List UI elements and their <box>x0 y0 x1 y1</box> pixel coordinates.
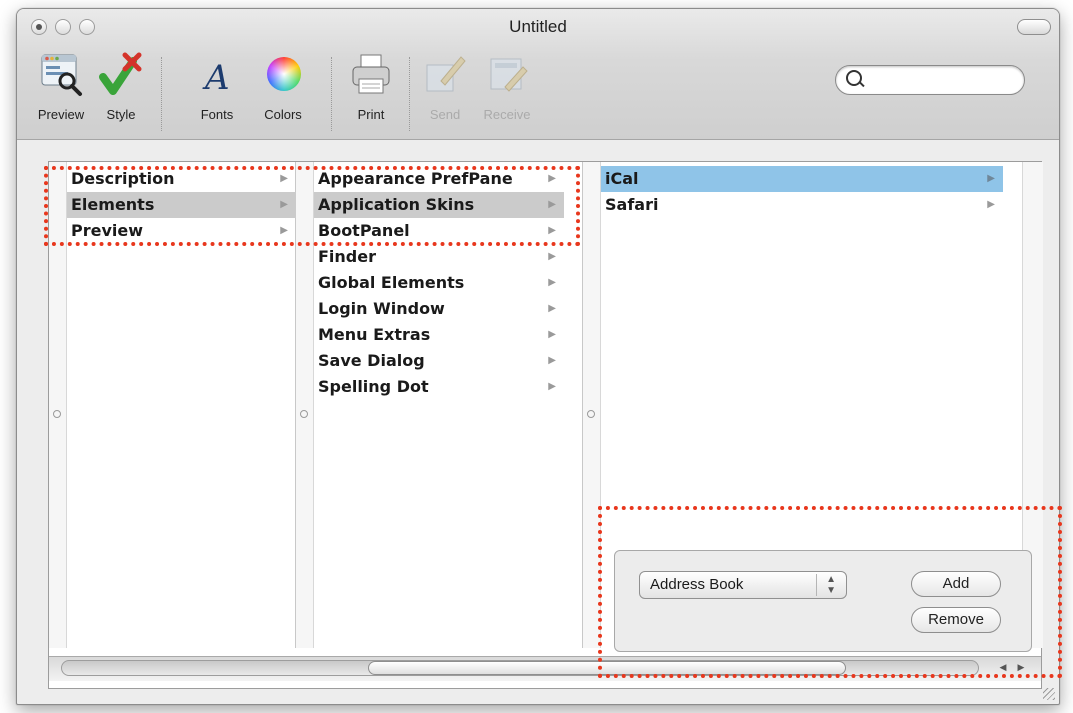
disclosure-arrow-icon: ▶ <box>280 225 288 236</box>
list-item[interactable]: Global Elements ▶ <box>314 270 564 296</box>
toolbar-toggle-button[interactable] <box>1017 19 1051 35</box>
column-resize-rail[interactable] <box>583 162 601 648</box>
remove-button[interactable]: Remove <box>911 607 1001 633</box>
list-item-label: BootPanel <box>318 221 410 240</box>
disclosure-arrow-icon: ▶ <box>548 173 556 184</box>
list-item-label: Menu Extras <box>318 325 431 344</box>
fonts-icon: A <box>193 51 241 99</box>
rail-handle-icon <box>300 410 308 418</box>
list-item[interactable]: Elements ▶ <box>67 192 296 218</box>
svg-text:A: A <box>202 58 230 98</box>
toolbar-separator <box>409 57 410 131</box>
scroll-right-arrow-icon[interactable]: ▶ <box>1013 660 1029 676</box>
application-popup[interactable]: Address Book ▲ ▼ <box>639 571 847 599</box>
disclosure-arrow-icon: ▶ <box>548 381 556 392</box>
style-checkmark-icon <box>97 51 145 99</box>
toolbar-print-label: Print <box>357 107 385 122</box>
toolbar-separator <box>161 57 162 131</box>
resize-grip-icon[interactable] <box>1043 688 1055 700</box>
add-button[interactable]: Add <box>911 571 1001 597</box>
list-item[interactable]: Save Dialog ▶ <box>314 348 564 374</box>
app-window: Untitled Preview Style A Fonts Colors Pr… <box>16 8 1060 705</box>
color-wheel-icon <box>259 51 307 99</box>
list-item[interactable]: iCal ▶ <box>601 166 1003 192</box>
rail-handle-icon <box>587 410 595 418</box>
window-title: Untitled <box>509 17 567 36</box>
list-item-label: Appearance PrefPane <box>318 169 513 188</box>
toolbar-colors-button[interactable]: Colors <box>259 51 307 122</box>
list-item[interactable]: Spelling Dot ▶ <box>314 374 564 400</box>
list-item[interactable]: Appearance PrefPane ▶ <box>314 166 564 192</box>
disclosure-arrow-icon: ▶ <box>548 277 556 288</box>
list-item-label: Application Skins <box>318 195 475 214</box>
title-bar: Untitled Preview Style A Fonts Colors Pr… <box>17 9 1059 140</box>
disclosure-arrow-icon: ▶ <box>548 329 556 340</box>
toolbar-preview-button[interactable]: Preview <box>37 51 85 122</box>
toolbar-separator <box>331 57 332 131</box>
list-item-label: Safari <box>605 195 659 214</box>
column-resize-rail[interactable] <box>296 162 314 648</box>
list-item[interactable]: Finder ▶ <box>314 244 564 270</box>
list-item[interactable]: Application Skins ▶ <box>314 192 564 218</box>
updown-arrows-icon: ▲ ▼ <box>816 574 836 596</box>
browser-column-1: Description ▶ Elements ▶ Preview ▶ <box>49 162 296 648</box>
list-item[interactable]: Login Window ▶ <box>314 296 564 322</box>
toolbar-receive-button[interactable]: Receive <box>483 51 531 122</box>
list-item-label: Preview <box>71 221 144 240</box>
scroll-thumb[interactable] <box>368 661 846 675</box>
list-item[interactable]: Menu Extras ▶ <box>314 322 564 348</box>
list-item-label: Finder <box>318 247 376 266</box>
disclosure-arrow-icon: ▶ <box>548 251 556 262</box>
search-icon <box>846 70 862 86</box>
search-field[interactable] <box>835 65 1025 95</box>
toolbar-preview-label: Preview <box>37 107 85 122</box>
disclosure-arrow-icon: ▶ <box>548 225 556 236</box>
browser-column-2: Appearance PrefPane ▶ Application Skins ▶ … <box>296 162 583 648</box>
list-item-label: Save Dialog <box>318 351 425 370</box>
list-item[interactable]: BootPanel ▶ <box>314 218 564 244</box>
skin-actions-panel: Address Book ▲ ▼ Add Remove <box>614 550 1032 652</box>
list-item-label: Login Window <box>318 299 445 318</box>
toolbar-send-label: Send <box>429 107 461 122</box>
toolbar-fonts-label: Fonts <box>200 107 234 122</box>
application-popup-value: Address Book <box>650 576 744 593</box>
receive-icon <box>483 51 531 99</box>
list-item-label: Elements <box>71 195 155 214</box>
send-icon <box>421 51 469 99</box>
list-item[interactable]: Description ▶ <box>67 166 296 192</box>
preview-icon <box>37 51 85 99</box>
disclosure-arrow-icon: ▶ <box>280 173 288 184</box>
disclosure-arrow-icon: ▶ <box>987 199 995 210</box>
disclosure-arrow-icon: ▶ <box>987 173 995 184</box>
printer-icon <box>347 51 395 99</box>
list-item-label: Description <box>71 169 175 188</box>
column-resize-rail[interactable] <box>49 162 67 648</box>
toolbar-print-button[interactable]: Print <box>347 51 395 122</box>
toolbar-fonts-button[interactable]: A Fonts <box>193 51 241 122</box>
rail-handle-icon <box>53 410 61 418</box>
toolbar-receive-label: Receive <box>483 107 531 122</box>
toolbar-colors-label: Colors <box>264 107 302 122</box>
list-item[interactable]: Preview ▶ <box>67 218 296 244</box>
toolbar-style-button[interactable]: Style <box>97 51 145 122</box>
disclosure-arrow-icon: ▶ <box>548 355 556 366</box>
disclosure-arrow-icon: ▶ <box>548 199 556 210</box>
disclosure-arrow-icon: ▶ <box>548 303 556 314</box>
toolbar-style-label: Style <box>106 107 136 122</box>
list-item-label: Global Elements <box>318 273 465 292</box>
scroll-left-arrow-icon[interactable]: ◀ <box>995 660 1011 676</box>
disclosure-arrow-icon: ▶ <box>280 199 288 210</box>
column-browser[interactable]: Description ▶ Elements ▶ Preview ▶ Appearan… <box>48 161 1043 689</box>
horizontal-scrollbar[interactable]: ◀ ▶ <box>49 656 1041 681</box>
list-item-label: Spelling Dot <box>318 377 429 396</box>
toolbar-send-button[interactable]: Send <box>421 51 469 122</box>
list-item-label: iCal <box>605 169 639 188</box>
scroll-track[interactable] <box>61 660 979 676</box>
list-item[interactable]: Safari ▶ <box>601 192 1003 218</box>
